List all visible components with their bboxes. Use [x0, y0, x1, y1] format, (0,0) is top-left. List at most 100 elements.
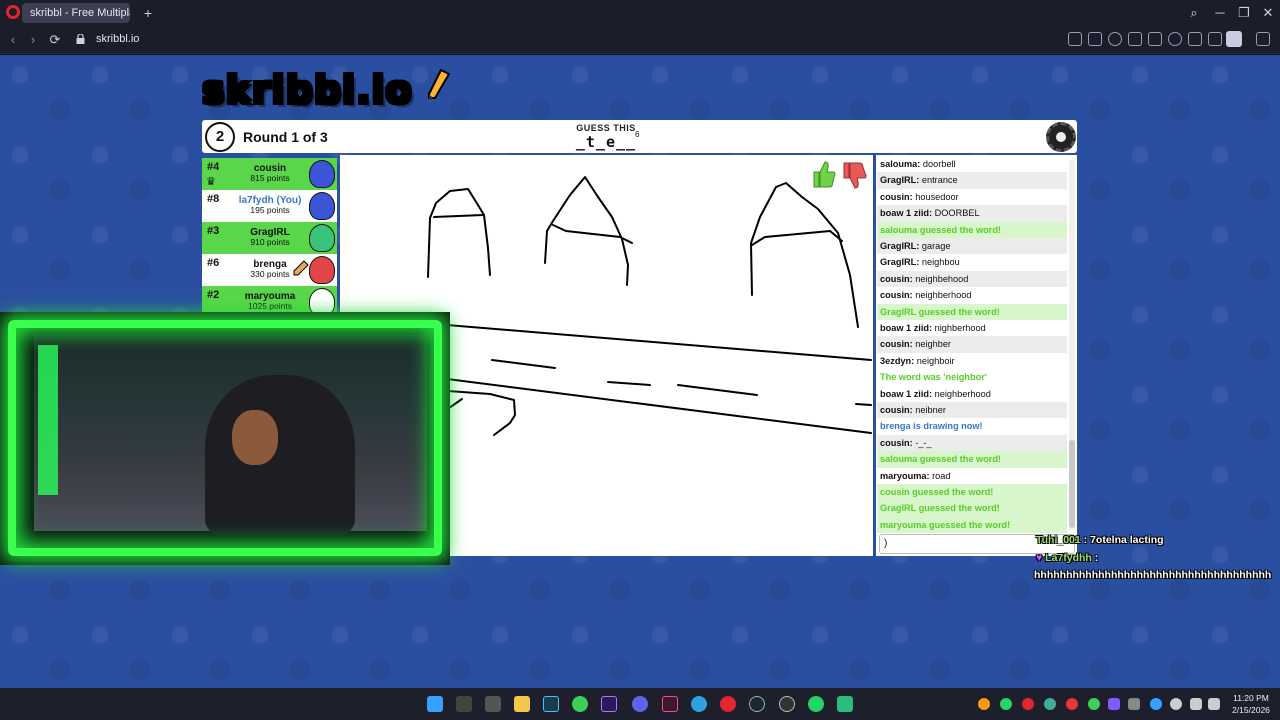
player-avatar [309, 192, 335, 220]
camera-icon[interactable] [1088, 32, 1102, 46]
player-rank: #4 [207, 161, 220, 173]
tray-icon[interactable] [978, 698, 990, 710]
minimize-button[interactable]: ─ [1208, 4, 1232, 22]
stream-chat-user: La7fydhh [1045, 552, 1092, 564]
chat-text: neighberhood [915, 290, 972, 301]
webcam-glow-frame [8, 320, 442, 556]
chat-message: 3ezdyn: neighboir [880, 355, 955, 366]
player-card[interactable]: #8 la7fydh (You) 195 points [202, 190, 337, 222]
chat-text: nighberhood [934, 323, 986, 333]
tray-icon[interactable] [1044, 698, 1056, 710]
taskbar-time[interactable]: 11:20 PM [1228, 693, 1274, 703]
chat-user: boaw 1 ziid [880, 323, 930, 333]
chat-text: doorbell [922, 159, 956, 169]
back-button[interactable]: ‹ [4, 31, 22, 49]
profile-avatar[interactable] [1226, 31, 1242, 47]
tray-icon[interactable] [1150, 698, 1162, 710]
chat-message: boaw 1 ziid: neighberhood [880, 388, 991, 399]
chat-message: The word was 'neighbor' [877, 369, 1067, 385]
player-card[interactable]: #4 cousin 815 points ♛ [202, 158, 337, 190]
chat-text: neighbehood [915, 273, 969, 284]
browser-tab[interactable]: skribbl - Free Multiplayer [22, 3, 130, 23]
new-tab-button[interactable]: + [140, 5, 156, 21]
epic-games-icon[interactable] [456, 696, 472, 712]
chat-scrollbar-thumb[interactable] [1069, 440, 1075, 528]
notepad-icon[interactable] [837, 696, 853, 712]
chat-badge-icon: ♥ [1036, 552, 1043, 564]
guess-this-label: GUESS THIS [576, 123, 636, 133]
chat-user: boaw 1 ziid [880, 208, 930, 219]
telegram-icon[interactable] [691, 696, 707, 712]
cube-icon[interactable] [1256, 32, 1270, 46]
close-window-button[interactable]: ✕ [1256, 4, 1280, 22]
chat-text: road [932, 470, 951, 481]
xbox-icon[interactable] [572, 696, 588, 712]
discord-icon[interactable] [632, 696, 648, 712]
stream-chat-user: Tuhi_001 [1036, 534, 1081, 546]
chat-message: cousin guessed the word! [877, 484, 1067, 501]
chat-message: cousin: -_-_ [877, 434, 1067, 452]
chat-message: cousin: neighbehood [877, 270, 1067, 288]
opera-taskbar-icon[interactable] [720, 696, 736, 712]
player-card[interactable]: #3 GragIRL 910 points [202, 222, 337, 254]
chat-text: neighboir [916, 355, 955, 366]
search-tabs-icon[interactable]: ⌕ [1182, 4, 1206, 22]
menu-icon[interactable] [1208, 32, 1222, 46]
player-points: 1025 points [248, 301, 292, 311]
chat-text: neighber [915, 339, 951, 350]
player-points: 910 points [250, 237, 290, 247]
thumbs-down-icon[interactable] [840, 160, 868, 190]
microphone-icon[interactable] [1170, 698, 1182, 710]
player-card[interactable]: #6 brenga 330 points [202, 254, 337, 286]
tray-icon[interactable] [1022, 698, 1034, 710]
shield-icon[interactable] [1108, 32, 1122, 46]
url-field[interactable]: skribbl.io [96, 33, 139, 45]
chat-system-text: maryouma guessed the word! [880, 519, 1011, 530]
tray-icon[interactable] [1088, 698, 1100, 710]
chat-message: GragIRL: neighbou [880, 257, 960, 268]
chat-text: housedoor [915, 191, 959, 202]
tray-icon[interactable] [1066, 698, 1078, 710]
chat-user: cousin [880, 290, 910, 301]
heart-icon[interactable] [1168, 32, 1182, 46]
edit-icon[interactable] [1068, 32, 1082, 46]
play-icon[interactable] [1148, 32, 1162, 46]
chat-user: cousin [880, 273, 910, 284]
chat-user: cousin [880, 405, 910, 415]
download-icon[interactable] [1188, 32, 1202, 46]
file-explorer-icon[interactable] [514, 696, 530, 712]
chat-message: boaw 1 ziid: DOORBEL [877, 205, 1067, 222]
stream-chat-text: : [1094, 552, 1099, 564]
chat-message: cousin: neibner [877, 402, 1067, 419]
maximize-button[interactable]: ❐ [1232, 4, 1256, 22]
extension-icon[interactable] [1128, 32, 1142, 46]
player-avatar [309, 160, 335, 188]
thumbs-up-icon[interactable] [810, 160, 836, 188]
forward-button[interactable]: › [24, 31, 42, 49]
pencil-logo-icon [427, 68, 451, 100]
chat-message: maryouma: road [880, 470, 951, 481]
network-icon[interactable] [1190, 698, 1202, 710]
chat-user: salouma [880, 159, 918, 169]
chat-user: GragIRL [880, 175, 917, 186]
app-icon[interactable] [779, 696, 795, 712]
taskbar-date[interactable]: 2/15/2026 [1228, 705, 1274, 715]
start-menu-icon[interactable] [427, 696, 443, 712]
reload-button[interactable]: ⟳ [46, 31, 64, 49]
premiere-icon[interactable] [601, 696, 617, 712]
steam-icon[interactable] [749, 696, 765, 712]
tray-icon[interactable] [1128, 698, 1140, 710]
app-icon[interactable] [662, 696, 678, 712]
chat-user: boaw 1 ziid [880, 388, 930, 399]
tray-icon[interactable] [1108, 698, 1120, 710]
chat-system-text: The word was 'neighbor' [880, 372, 987, 383]
app-icon[interactable] [485, 696, 501, 712]
whatsapp-icon[interactable] [808, 696, 824, 712]
lightroom-icon[interactable] [543, 696, 559, 712]
stream-chat-line: Tuhi_001 : 7otelna lacting [1036, 534, 1164, 546]
word-length: 6 [635, 130, 640, 139]
opera-logo-icon[interactable] [6, 5, 20, 19]
volume-icon[interactable] [1208, 698, 1220, 710]
tray-whatsapp-icon[interactable] [1000, 698, 1012, 710]
settings-gear-icon[interactable] [1046, 122, 1076, 152]
